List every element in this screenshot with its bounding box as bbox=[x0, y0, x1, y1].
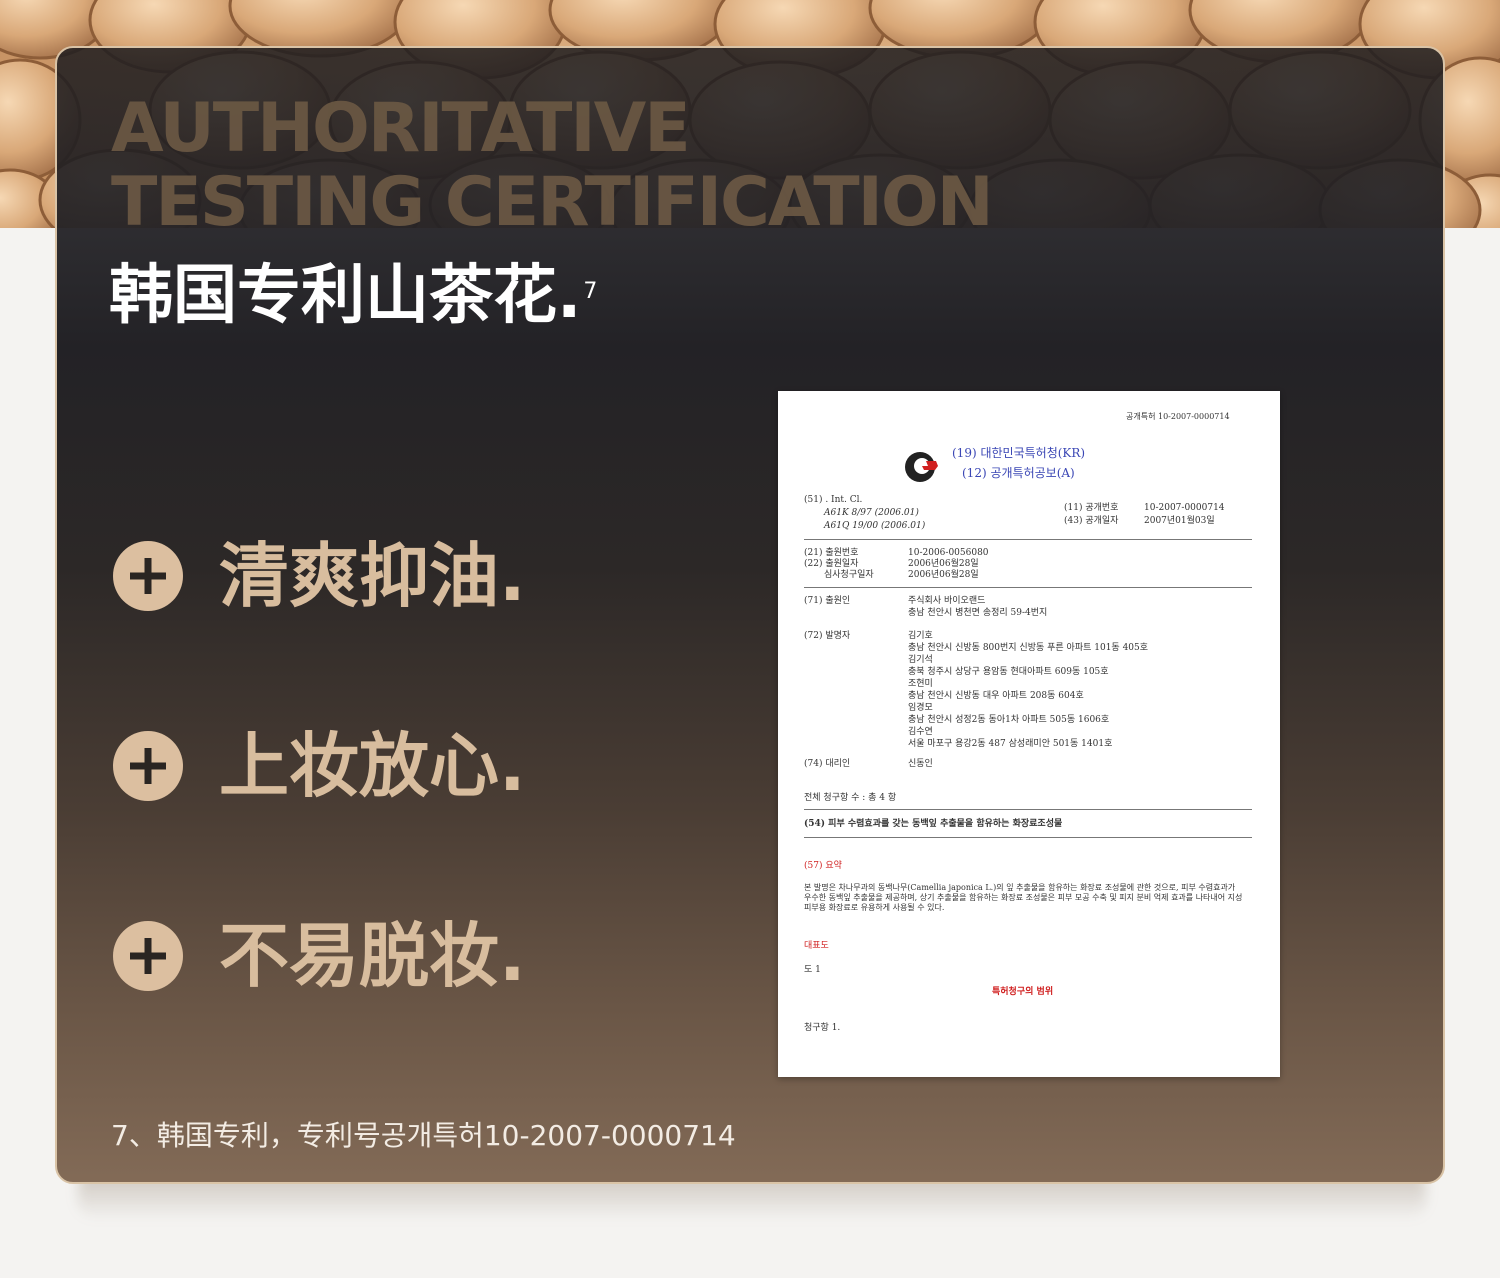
feature-item-1: 清爽抑油. bbox=[113, 536, 526, 616]
doc-inventor-label: (72) 발명자 bbox=[804, 631, 851, 641]
doc-inventor-line: 충북 청주시 상당구 용암동 현대아파트 609동 105호 bbox=[908, 667, 1109, 677]
doc-app-date-label: (22) 출원일자 bbox=[804, 559, 859, 569]
title-text: 韩国专利山茶花. bbox=[109, 259, 582, 333]
doc-inventor-line: 조현미 bbox=[908, 679, 933, 689]
feature-label: 上妆放心. bbox=[219, 725, 526, 807]
bg-heading-line2: TESTING CERTIFICATION bbox=[111, 163, 994, 242]
doc-pub-no-value: 10-2007-0000714 bbox=[1144, 503, 1225, 513]
doc-inventor-line: 충남 천안시 성정2동 동아1차 아파트 505동 1606호 bbox=[908, 715, 1110, 725]
doc-invention-title: (54) 피부 수렴효과를 갖는 동백잎 추출물을 함유하는 화장료조성물 bbox=[804, 819, 1063, 829]
doc-pub-date-value: 2007년01월03일 bbox=[1144, 516, 1215, 526]
doc-rule bbox=[804, 837, 1252, 838]
doc-inventor-line: 김수연 bbox=[908, 727, 933, 737]
doc-fig-label: 도 1 bbox=[804, 965, 821, 975]
doc-abstract-label: (57) 요약 bbox=[804, 861, 842, 871]
plus-icon bbox=[113, 731, 183, 801]
doc-claims-label: 특허청구의 범위 bbox=[992, 987, 1054, 997]
doc-cl-2: A61Q 19/00 (2006.01) bbox=[824, 521, 926, 531]
doc-inventor-line: 김기호 bbox=[908, 631, 933, 641]
doc-inventor-line: 김기석 bbox=[908, 655, 933, 665]
doc-app-date-value: 2006년06월28일 bbox=[908, 559, 979, 569]
doc-agent-value: 신동인 bbox=[908, 759, 933, 769]
doc-applicant-line2: 충남 천안시 병천면 송정리 59-4번지 bbox=[908, 608, 1048, 618]
doc-agent-label: (74) 대리인 bbox=[804, 759, 851, 769]
doc-claims-count: 전체 청구항 수 : 총 4 항 bbox=[804, 793, 897, 803]
doc-pub-date-label: (43) 공개일자 bbox=[1064, 516, 1119, 526]
plus-icon bbox=[113, 541, 183, 611]
title-footnote-marker: 7 bbox=[583, 279, 598, 304]
doc-rule bbox=[804, 539, 1252, 540]
doc-app-no-label: (21) 출원번호 bbox=[804, 548, 859, 558]
doc-inventor-line: 서울 마포구 용강2동 487 삼성래미안 501동 1401호 bbox=[908, 739, 1113, 749]
doc-inventor-line: 충남 천안시 신방동 800번지 신방동 푸른 아파트 101동 405호 bbox=[908, 643, 1149, 653]
doc-app-no-value: 10-2006-0056080 bbox=[908, 548, 989, 558]
certification-card: AUTHORITATIVE TESTING CERTIFICATION 韩国专利… bbox=[55, 46, 1445, 1184]
doc-rule bbox=[804, 809, 1252, 810]
patent-document-image: 공개특허 10-2007-0000714 (19) 대한민국특허청(KR) (1… bbox=[778, 391, 1280, 1077]
footnote: 7、韩国专利，专利号공개특허10-2007-0000714 bbox=[111, 1119, 736, 1152]
doc-exam-value: 2006년06월28일 bbox=[908, 570, 979, 580]
doc-office-line: (19) 대한민국특허청(KR) bbox=[952, 446, 1086, 460]
doc-rep-fig-label: 대표도 bbox=[804, 941, 829, 951]
doc-inventor-line: 충남 천안시 신방동 대우 아파트 208동 604호 bbox=[908, 691, 1084, 701]
doc-top-right-number: 공개특허 10-2007-0000714 bbox=[1126, 412, 1230, 421]
feature-label: 不易脱妆. bbox=[219, 915, 526, 997]
feature-label: 清爽抑油. bbox=[219, 535, 526, 617]
doc-claim1-label: 청구항 1. bbox=[804, 1023, 841, 1033]
doc-cl-1: A61K 8/97 (2006.01) bbox=[824, 508, 919, 518]
doc-applicant-label: (71) 출원인 bbox=[804, 596, 851, 606]
doc-int-cl: (51) . Int. Cl. bbox=[804, 495, 863, 505]
doc-publication-line: (12) 공개특허공보(A) bbox=[962, 466, 1075, 480]
feature-item-3: 不易脱妆. bbox=[113, 916, 526, 996]
feature-item-2: 上妆放心. bbox=[113, 726, 526, 806]
doc-applicant-line1: 주식회사 바이오랜드 bbox=[908, 596, 986, 606]
doc-exam-label: 심사청구일자 bbox=[824, 570, 874, 580]
doc-rule bbox=[804, 587, 1252, 588]
doc-inventor-line: 임경모 bbox=[908, 703, 933, 713]
kipo-logo-icon bbox=[905, 452, 938, 482]
bg-heading-line1: AUTHORITATIVE bbox=[111, 89, 691, 168]
plus-icon bbox=[113, 921, 183, 991]
doc-pub-no-label: (11) 공개번호 bbox=[1064, 503, 1119, 513]
doc-abstract-text: 본 발명은 차나무과의 동백나무(Camellia japonica L.)의 … bbox=[804, 883, 1243, 912]
background-heading: AUTHORITATIVE TESTING CERTIFICATION bbox=[111, 89, 994, 242]
page-title: 韩国专利山茶花.7 bbox=[109, 256, 597, 336]
